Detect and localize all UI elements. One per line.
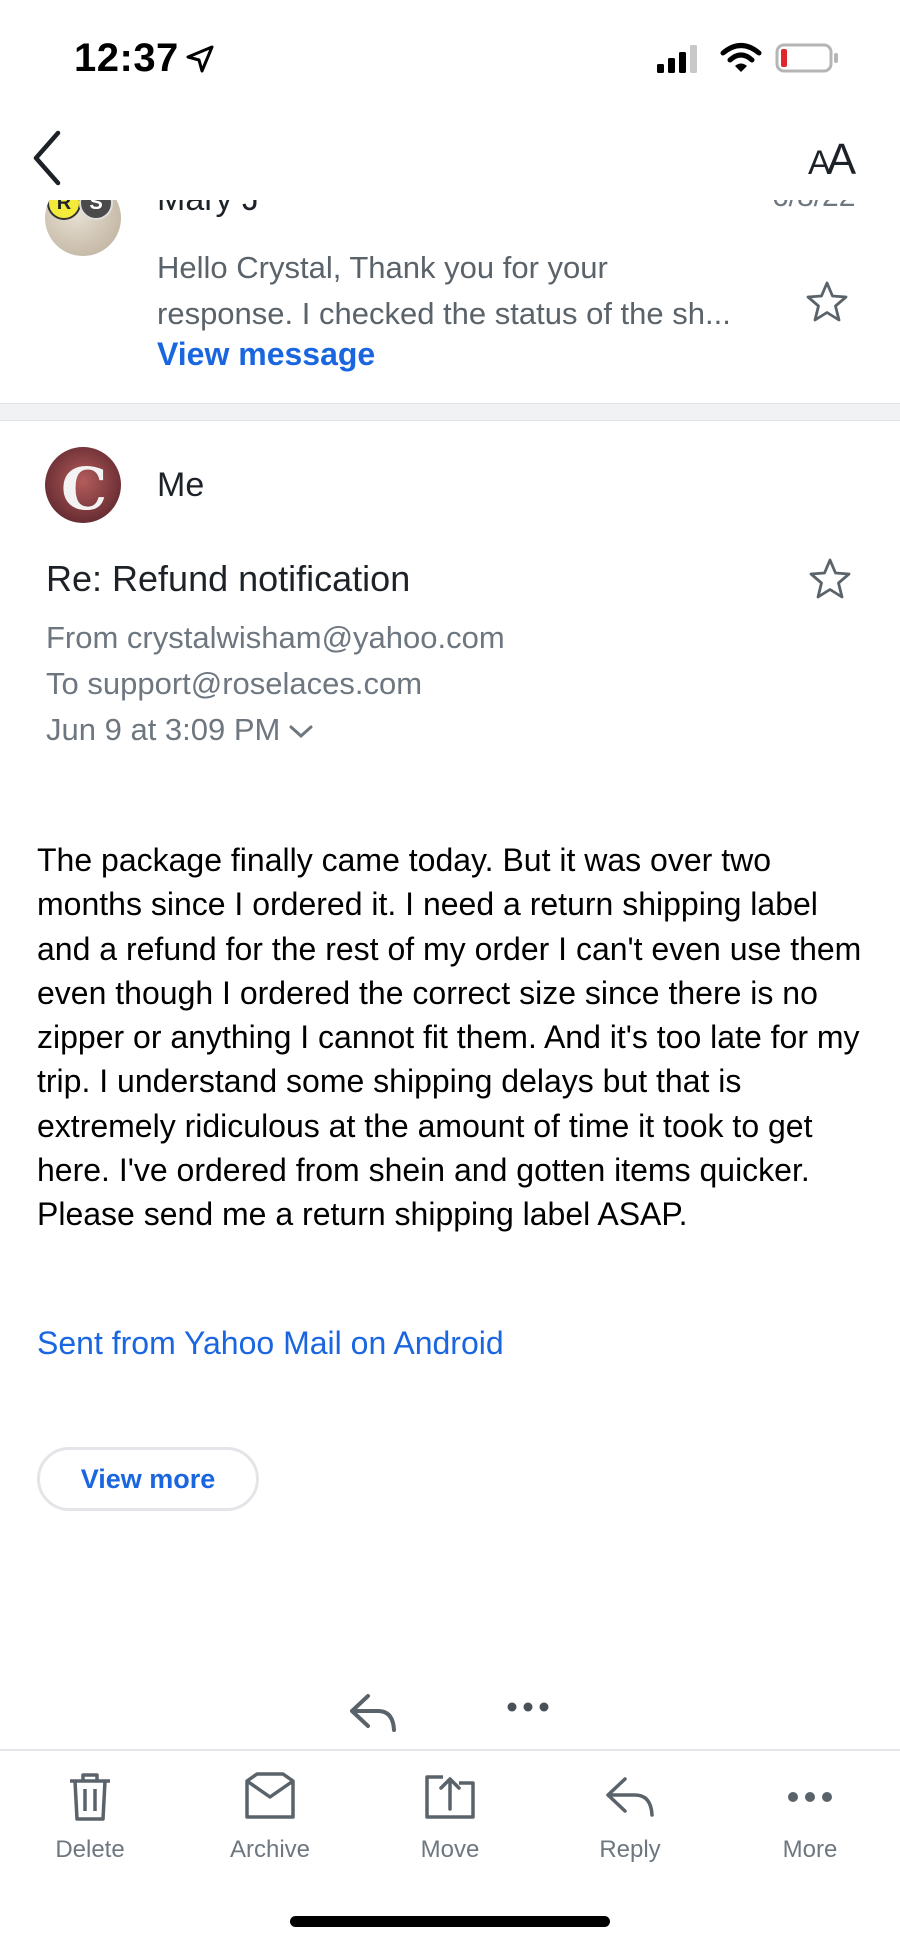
avatar-letter: C xyxy=(61,455,108,523)
view-message-link[interactable]: View message xyxy=(157,336,375,373)
previous-message-card[interactable]: R S Mary J 6/8/22 Hello Crystal, Thank y… xyxy=(0,200,900,400)
move-button[interactable]: Move xyxy=(380,1771,520,1864)
delete-button[interactable]: Delete xyxy=(20,1771,160,1864)
cellular-signal-icon xyxy=(657,45,697,73)
move-folder-icon xyxy=(425,1775,475,1819)
message-subject: Re: Refund notification xyxy=(46,558,411,599)
inline-more-icon[interactable] xyxy=(505,1700,551,1714)
signature-link[interactable]: Sent from Yahoo Mail on Android xyxy=(37,1325,504,1362)
archive-icon xyxy=(245,1772,295,1819)
message-body: The package finally came today. But it w… xyxy=(37,842,862,1233)
text-size-big-glyph: A xyxy=(826,135,857,184)
previous-message-date: 6/8/22 xyxy=(772,200,855,214)
previous-message-snippet: Hello Crystal, Thank you for your respon… xyxy=(157,245,777,337)
more-button[interactable]: More xyxy=(740,1771,880,1864)
message-date: Jun 9 at 3:09 PM xyxy=(46,712,281,747)
home-indicator xyxy=(290,1916,610,1927)
snippet-line-2: response. I checked the status of the sh… xyxy=(157,296,731,331)
from-address: From crystalwisham@yahoo.com xyxy=(46,620,505,655)
previous-sender-name: Mary J xyxy=(157,200,259,219)
more-icon xyxy=(788,1792,832,1802)
archive-label: Archive xyxy=(229,1836,311,1863)
text-size-button[interactable]: AA xyxy=(808,135,856,185)
delete-label: Delete xyxy=(55,1836,125,1863)
star-icon[interactable] xyxy=(805,280,849,324)
to-address: To support@roselaces.com xyxy=(46,666,423,701)
reply-icon xyxy=(606,1777,654,1817)
sender-name: Me xyxy=(157,466,205,504)
message-separator xyxy=(0,403,900,421)
star-icon[interactable] xyxy=(808,557,852,601)
move-label: Move xyxy=(420,1836,480,1863)
archive-button[interactable]: Archive xyxy=(200,1771,340,1864)
message-date-toggle[interactable]: Jun 9 at 3:09 PM xyxy=(46,712,314,748)
status-time: 12:37 xyxy=(74,36,179,80)
avatar-badge-r: R xyxy=(47,200,81,220)
previous-sender-avatar: R S xyxy=(45,200,121,256)
snippet-line-1: Hello Crystal, Thank you for your xyxy=(157,250,608,285)
battery-icon xyxy=(775,43,838,73)
avatar-badge-s: S xyxy=(79,200,113,220)
back-button[interactable] xyxy=(28,128,68,188)
location-arrow-icon xyxy=(186,45,214,73)
view-more-button[interactable]: View more xyxy=(37,1447,259,1511)
sender-avatar: C xyxy=(45,447,121,523)
more-label: More xyxy=(782,1836,838,1863)
reply-label: Reply xyxy=(599,1836,661,1863)
wifi-icon xyxy=(720,43,762,72)
reply-button[interactable]: Reply xyxy=(560,1771,700,1864)
trash-icon xyxy=(70,1773,110,1821)
chevron-down-icon xyxy=(289,725,313,738)
inline-reply-icon[interactable] xyxy=(348,1690,398,1734)
